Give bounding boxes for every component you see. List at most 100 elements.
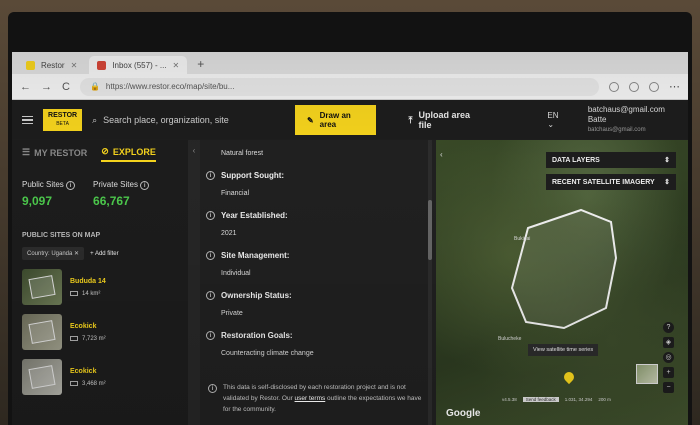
site-thumbnail [22,314,62,350]
satellite-map[interactable]: ‹ DATA LAYERS ⇕ RECENT SATELLITE IMAGERY… [436,140,688,425]
close-tab-icon[interactable]: ✕ [71,61,78,70]
address-bar: ← → C 🔒 https://www.restor.eco/map/site/… [12,74,688,100]
reload-button[interactable]: C [62,81,70,93]
info-icon[interactable]: i [206,331,215,340]
collapse-panel-button[interactable]: ‹ [188,140,200,425]
draw-area-button[interactable]: ✎ Draw an area [294,105,377,135]
site-area: 14 km² [82,290,101,297]
detail-value: Counteracting climate change [221,350,314,357]
tab-my-restor[interactable]: ☰ MY RESTOR [22,146,87,162]
site-thumbnail [22,269,62,305]
detail-ownership-status: i Ownership Status: Private [206,291,436,317]
add-filter-label: Add filter [94,250,119,257]
chevron-left-icon: ‹ [192,146,196,155]
url-input[interactable]: 🔒 https://www.restor.eco/map/site/bu... [79,77,599,96]
more-options-icon[interactable]: ⋯ [669,80,680,93]
back-button[interactable]: ← [20,81,31,93]
close-tab-icon[interactable]: ✕ [173,61,180,70]
info-icon[interactable]: i [140,181,150,190]
site-name: Bududa 14 [70,277,106,285]
basemap-toggle[interactable] [636,364,658,384]
detail-restoration-goals: i Restoration Goals: Counteracting climat… [206,331,436,357]
info-icon[interactable]: i [206,171,215,180]
info-icon[interactable]: i [206,291,215,300]
browser-tab-restor[interactable]: Restor ✕ [18,56,85,74]
map-attribution: v4.5.38 Send feedback 1.031, 34.294 200 … [502,397,611,402]
site-list-item[interactable]: Bududa 14 14 km² [22,269,178,305]
left-tabs: ☰ MY RESTOR ⊘ EXPLORE [22,146,178,162]
send-feedback-link[interactable]: Send feedback [522,397,559,402]
url-text: https://www.restor.eco/map/site/bu... [105,82,235,91]
site-details-panel: Natural forest i Support Sought: Financia… [200,140,436,425]
detail-year-established: i Year Established: 2021 [206,211,436,237]
version-text: v4.5.38 [502,397,517,402]
info-icon[interactable]: i [206,251,215,260]
upload-label: Upload area file [418,110,470,130]
site-area: 7,723 m² [82,335,106,342]
layers-icon[interactable]: ◈ [663,337,674,348]
area-icon [70,291,78,296]
detail-support-sought: i Support Sought: Financial [206,171,436,197]
zoom-in-icon[interactable]: + [663,367,674,378]
locate-icon[interactable]: ◎ [663,352,674,363]
detail-label: Site Management: [221,251,290,260]
user-terms-link[interactable]: user terms [295,395,326,402]
plus-icon: + [90,250,94,257]
info-icon[interactable]: i [66,181,76,190]
google-logo: Google [446,408,481,419]
tab-my-restor-label: MY RESTOR [34,147,88,158]
search-placeholder: Search place, organization, site [103,115,229,125]
add-filter-button[interactable]: + Add filter [90,251,119,257]
logo-beta: BETA [56,121,69,127]
language-select[interactable]: EN ⌄ [547,111,565,129]
coords-text: 1.031, 34.294 [564,397,593,402]
site-list-item[interactable]: Ecokick 7,723 m² [22,314,178,350]
extension-icon[interactable] [609,81,619,92]
forward-button[interactable]: → [41,81,52,93]
profile-icon[interactable] [649,81,659,92]
logo-text: RESTOR [48,112,78,119]
detail-value: Individual [221,270,251,277]
site-area: 3,468 m² [82,380,106,387]
zoom-out-icon[interactable]: − [663,382,674,393]
restor-logo[interactable]: RESTOR BETA [43,109,83,131]
area-icon [70,336,78,341]
language-value: EN [547,111,559,120]
disclaimer: i This data is self-disclosed by each re… [208,382,424,415]
filter-row: Country: Uganda ✕ + Add filter [22,247,178,260]
new-tab-button[interactable]: + [191,57,210,74]
site-list-item[interactable]: Ecokick 3,468 m² [22,359,178,395]
detail-value: 2021 [221,230,237,237]
pencil-icon: ✎ [306,115,314,125]
detail-label: Support Sought: [221,171,285,180]
close-icon[interactable]: ✕ [74,251,79,257]
site-stats: Public Sites i 9,097 Private Sites i 66,… [22,180,178,208]
app-header: RESTOR BETA ⌕ Search place, organization… [12,100,688,140]
chevron-down-icon: ⌄ [547,120,555,129]
scrollbar[interactable] [428,140,432,425]
public-sites-stat: Public Sites i 9,097 [22,180,76,208]
area-icon [70,381,78,386]
map-place-label: Bukigai [514,236,531,242]
detail-label: Restoration Goals: [221,331,293,340]
country-filter-label: Country: Uganda [27,251,73,257]
help-icon[interactable]: ? [663,322,674,333]
satellite-timeseries-tooltip[interactable]: View satellite time series [528,344,599,356]
search-input[interactable]: ⌕ Search place, organization, site [92,115,267,126]
detail-value: Private [221,310,243,317]
site-name: Ecokick [70,367,97,375]
user-menu[interactable]: batchaus@gmail.com Batte batchaus@gmail.… [588,105,678,135]
list-icon: ☰ [22,147,31,157]
detail-label: Ownership Status: [221,291,292,300]
upload-icon: ⤒ [408,114,413,125]
country-filter-chip[interactable]: Country: Uganda ✕ [22,247,85,260]
compass-icon: ⊘ [101,146,109,156]
upload-area-button[interactable]: ⤒ Upload area file [408,110,479,130]
detail-top-partial: Natural forest [206,150,436,157]
tab-explore[interactable]: ⊘ EXPLORE [101,146,156,162]
hamburger-menu-icon[interactable] [22,115,34,125]
restor-favicon-icon [26,60,35,70]
browser-tab-inbox[interactable]: Inbox (557) - ... ✕ [89,56,188,74]
favorites-icon[interactable] [629,81,639,92]
info-icon[interactable]: i [206,211,215,220]
